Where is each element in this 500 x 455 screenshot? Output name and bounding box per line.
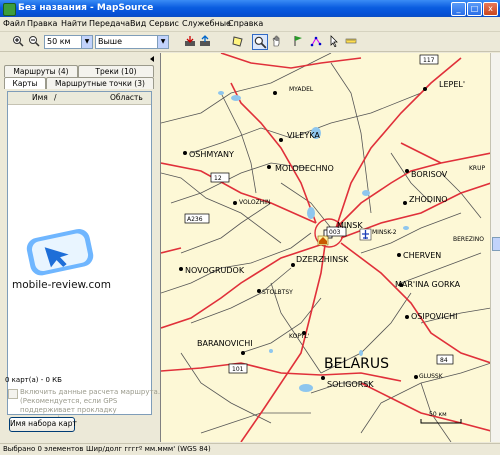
zoom-tool-icon[interactable]: [252, 34, 268, 50]
pan-hand-icon[interactable]: [271, 35, 283, 47]
map-label-volozhin: VOLOZHIN: [239, 199, 270, 206]
mapset-name-button[interactable]: Имя набора карт: [9, 417, 77, 432]
map-label-osipovichi: OSIPOVICHI: [411, 312, 458, 321]
airport-icon: [359, 228, 372, 241]
send-to-device-icon[interactable]: [199, 35, 211, 47]
map-label-vileyka: VILEYKA: [287, 131, 320, 140]
map-label-borisov: BORISOV: [411, 170, 448, 179]
map-label-cherven: CHERVEN: [403, 251, 441, 260]
map-scale-label: 50 км: [429, 411, 447, 418]
map-canvas[interactable]: 12 A236 117 101 84 003 MYADEL LEPEL' VIL…: [161, 53, 491, 442]
detail-level-select[interactable]: Выше ▼: [95, 35, 169, 49]
map-label-kopyl: KOPYL': [289, 333, 310, 340]
menu-view[interactable]: Вид: [130, 19, 146, 28]
map-label-minsk: MINSK: [337, 221, 363, 230]
shield-117: 117: [423, 57, 435, 64]
list-header: Имя / Область: [8, 92, 151, 105]
title-bar: Без названия - MapSource _ □ x: [0, 0, 500, 17]
map-label-baranovichi: BARANOVICHI: [197, 339, 253, 348]
watermark-text: mobile-review.com: [12, 279, 111, 291]
zoom-in-icon[interactable]: [12, 35, 24, 47]
map-label-myadel: MYADEL: [289, 86, 314, 93]
tab-tracks[interactable]: Треки (10): [78, 65, 154, 77]
menu-bar: Файл Правка Найти Передача Вид Сервис Сл…: [0, 17, 500, 32]
shield-84: 84: [440, 357, 448, 364]
select-arrow-icon[interactable]: [328, 35, 340, 47]
map-label-belarus: BELARUS: [324, 356, 389, 372]
minimize-button[interactable]: _: [451, 2, 466, 16]
map-label-soligorsk: SOLIGORSK: [327, 380, 374, 389]
tab-waypoints[interactable]: Маршрутные точки (3): [46, 77, 154, 89]
receive-from-device-icon[interactable]: [184, 35, 196, 47]
scrollbar-thumb[interactable]: [492, 237, 500, 251]
map-label-glussk: GLUSSK: [419, 373, 444, 380]
menu-help[interactable]: Справка: [228, 19, 263, 28]
tab-routes[interactable]: Маршруты (4): [4, 65, 78, 77]
map-vertical-scrollbar[interactable]: [490, 53, 500, 442]
status-coordinates: Шир/долг ггггº мм.ммм' (WGS 84): [86, 445, 211, 453]
route-tool-icon[interactable]: [310, 35, 322, 47]
menu-transfer[interactable]: Передача: [89, 19, 130, 28]
map-view[interactable]: 12 A236 117 101 84 003 MYADEL LEPEL' VIL…: [160, 53, 491, 442]
menu-tools[interactable]: Сервис: [149, 19, 179, 28]
maps-list[interactable]: Имя / Область mobile-review.com: [7, 91, 152, 415]
status-bar: Выбрано 0 элементов Шир/долг ггггº мм.мм…: [0, 443, 500, 455]
map-label-minsk2: MINSK-2: [372, 229, 397, 236]
panel-collapse-icon[interactable]: [148, 55, 156, 63]
map-label-berezino: BEREZINO: [453, 236, 484, 243]
zoom-out-icon[interactable]: [28, 35, 40, 47]
map-label-oshmyany: OSHMYANY: [189, 150, 234, 159]
shield-003: 003: [329, 229, 341, 236]
map-label-novogrudok: NOVOGRUDOK: [185, 266, 245, 275]
detail-level-value: Выше: [98, 37, 123, 46]
map-label-zhodino: ZHODINO: [409, 195, 448, 204]
map-label-lepel: LEPEL': [439, 80, 465, 89]
menu-find[interactable]: Найти: [61, 19, 87, 28]
zoom-scale-select[interactable]: 50 км ▼: [44, 35, 93, 49]
window-title: Без названия - MapSource: [18, 3, 154, 13]
maximize-button[interactable]: □: [467, 2, 482, 16]
shield-12: 12: [214, 175, 222, 182]
chevron-down-icon: ▼: [157, 36, 168, 48]
column-sort-indicator: /: [54, 93, 57, 102]
zoom-scale-value: 50 км: [47, 37, 71, 46]
shield-101: 101: [232, 366, 244, 373]
route-data-checkbox-label: Включить данные расчета маршрута.: [20, 388, 161, 396]
mapsource-app-icon: [3, 3, 16, 16]
tab-maps[interactable]: Карты: [4, 77, 46, 89]
map-count-text: 0 карт(а) - 0 КБ: [5, 376, 62, 384]
menu-file[interactable]: Файл: [3, 19, 25, 28]
map-label-stolbtsy: STOLBTSY: [262, 289, 293, 296]
map-tool-icon[interactable]: [232, 35, 244, 47]
column-header-name[interactable]: Имя: [32, 93, 48, 102]
status-selection: Выбрано 0 элементов: [3, 445, 84, 453]
route-data-checkbox[interactable]: [8, 389, 18, 399]
toolbar: 50 км ▼ Выше ▼: [0, 32, 500, 52]
waypoint-flag-icon[interactable]: [292, 35, 304, 47]
map-label-marina-gorka: MAR'INA GORKA: [395, 280, 461, 289]
map-label-molodechno: MOLODECHNO: [275, 164, 334, 173]
left-panel: Маршруты (4) Треки (10) Карты Маршрутные…: [0, 53, 161, 442]
menu-edit[interactable]: Правка: [27, 19, 57, 28]
close-button[interactable]: x: [483, 2, 498, 16]
map-label-krup: KRUP: [469, 165, 485, 172]
distance-ruler-icon[interactable]: [345, 35, 357, 47]
chevron-down-icon: ▼: [81, 36, 92, 48]
menu-utilities[interactable]: Служебные: [182, 19, 231, 28]
column-header-region[interactable]: Область: [110, 93, 143, 102]
shield-a236: A236: [187, 216, 203, 223]
map-label-dzerzhinsk: DZERZHINSK: [296, 255, 349, 264]
position-marker-icon: [317, 235, 329, 246]
